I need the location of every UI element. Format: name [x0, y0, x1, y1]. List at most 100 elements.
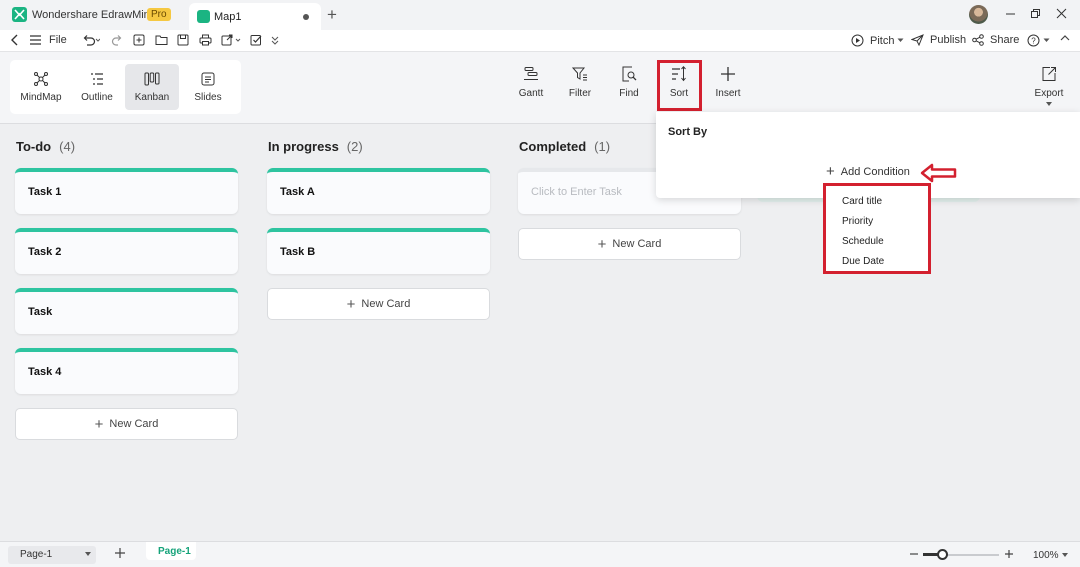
slides-icon	[201, 72, 215, 85]
back-icon[interactable]	[10, 34, 20, 46]
file-menu[interactable]: File	[30, 34, 67, 46]
page-select-label: Page-1	[20, 549, 53, 560]
task-card[interactable]: Task 1	[15, 168, 238, 214]
find-label: Find	[619, 88, 639, 99]
minus-icon	[910, 553, 918, 555]
page-select[interactable]: Page-1	[8, 546, 96, 564]
view-label: MindMap	[20, 91, 62, 103]
add-condition-label: Add Condition	[840, 165, 910, 178]
task-card[interactable]: Task 4	[15, 348, 238, 394]
avatar[interactable]	[969, 5, 988, 24]
condition-option-priority[interactable]: Priority	[842, 216, 873, 227]
collapse-ribbon-icon[interactable]	[1060, 34, 1070, 42]
add-condition-button[interactable]: + Add Condition	[826, 163, 910, 180]
new-card-label: New Card	[109, 418, 159, 430]
task-card[interactable]: Task 2	[15, 228, 238, 274]
new-card-label: New Card	[361, 298, 411, 310]
zoom-level[interactable]: 100%	[1033, 550, 1059, 561]
view-mindmap-button[interactable]: MindMap	[14, 64, 68, 110]
export-icon	[1042, 67, 1056, 81]
filter-button[interactable]: Filter	[560, 66, 600, 99]
new-tab-button[interactable]: +	[327, 6, 337, 23]
document-tab-title: Map1	[214, 11, 242, 23]
more-chevron-icon[interactable]	[271, 34, 279, 46]
unsaved-dot-icon[interactable]	[303, 14, 309, 20]
chevron-down-icon	[85, 552, 91, 556]
save-icon[interactable]	[177, 34, 189, 46]
new-card-label: New Card	[612, 238, 662, 250]
mindmap-icon	[34, 71, 48, 86]
document-tab[interactable]: Map1	[189, 3, 321, 30]
plus-icon: +	[826, 163, 835, 180]
task-card-title: Task 2	[28, 246, 62, 258]
export-button[interactable]: Export	[1029, 66, 1069, 106]
page-tab[interactable]: Page-1	[146, 542, 196, 560]
new-card-button[interactable]: + New Card	[518, 228, 741, 260]
task-card-title: Task A	[280, 186, 315, 198]
condition-option-schedule[interactable]: Schedule	[842, 236, 884, 247]
column-header-in-progress: In progress (2)	[268, 139, 363, 154]
restore-button[interactable]	[1030, 8, 1041, 19]
redo-button[interactable]	[111, 34, 123, 46]
condition-option-card-title[interactable]: Card title	[842, 196, 882, 207]
publish-label: Publish	[930, 34, 967, 46]
column-header-completed: Completed (1)	[519, 139, 610, 154]
find-icon	[622, 66, 637, 82]
share-label: Share	[990, 34, 1020, 46]
svg-text:?: ?	[1031, 37, 1036, 46]
column-title: To-do	[16, 139, 52, 154]
zoom-out-button[interactable]	[909, 548, 919, 560]
publish-button[interactable]: Publish	[911, 34, 966, 46]
zoom-slider-handle[interactable]	[937, 549, 948, 560]
title-bar: Wondershare EdrawMind Pro Map1 +	[0, 0, 1080, 30]
minimize-button[interactable]	[1005, 8, 1016, 19]
gantt-button[interactable]: Gantt	[511, 66, 551, 99]
close-button[interactable]	[1056, 8, 1067, 19]
task-card[interactable]: Task B	[267, 228, 490, 274]
open-folder-icon[interactable]	[155, 34, 168, 46]
plus-icon	[1005, 550, 1013, 558]
plus-icon: +	[346, 295, 356, 313]
add-page-button[interactable]	[114, 547, 126, 559]
sort-panel-title: Sort By	[668, 126, 708, 138]
filter-icon	[572, 67, 587, 81]
view-slides-button[interactable]: Slides	[181, 64, 235, 110]
find-button[interactable]: Find	[609, 66, 649, 99]
insert-label: Insert	[715, 88, 741, 99]
document-tab-icon	[197, 10, 210, 23]
task-check-icon[interactable]	[250, 34, 262, 46]
view-label: Kanban	[134, 91, 170, 103]
app-name: Wondershare EdrawMind	[32, 9, 156, 21]
condition-option-due-date[interactable]: Due Date	[842, 256, 884, 267]
column-count: (4)	[59, 139, 76, 154]
pro-badge[interactable]: Pro	[147, 8, 171, 21]
undo-button[interactable]	[82, 34, 100, 46]
outline-icon	[91, 72, 103, 85]
new-card-button[interactable]: + New Card	[15, 408, 238, 440]
pointer-arrow-icon	[920, 163, 957, 183]
share-button[interactable]: Share	[972, 34, 1019, 46]
column-count: (1)	[594, 139, 611, 154]
pitch-label: Pitch	[870, 34, 895, 47]
new-card-button[interactable]: + New Card	[267, 288, 490, 320]
task-card[interactable]: Task A	[267, 168, 490, 214]
filter-label: Filter	[568, 88, 592, 99]
zoom-in-button[interactable]	[1004, 548, 1014, 560]
new-file-icon[interactable]	[133, 34, 145, 46]
help-button[interactable]: ?	[1027, 34, 1050, 47]
task-card[interactable]: Task	[15, 288, 238, 334]
view-label: Outline	[81, 91, 113, 103]
print-icon[interactable]	[199, 34, 212, 46]
pitch-button[interactable]: Pitch	[851, 34, 904, 47]
task-card-placeholder: Click to Enter Task	[531, 186, 622, 198]
condition-dropdown: Card title Priority Schedule Due Date	[823, 183, 931, 274]
export-quick-icon[interactable]	[221, 34, 241, 46]
zoom-dropdown-icon[interactable]	[1062, 553, 1068, 557]
view-outline-button[interactable]: Outline	[70, 64, 124, 110]
insert-button[interactable]: Insert	[708, 66, 748, 99]
column-title: In progress	[268, 139, 339, 154]
app-logo-icon	[12, 7, 27, 22]
task-card-title: Task 1	[28, 186, 62, 198]
view-kanban-button[interactable]: Kanban	[125, 64, 179, 110]
sort-highlight-box	[657, 60, 702, 111]
